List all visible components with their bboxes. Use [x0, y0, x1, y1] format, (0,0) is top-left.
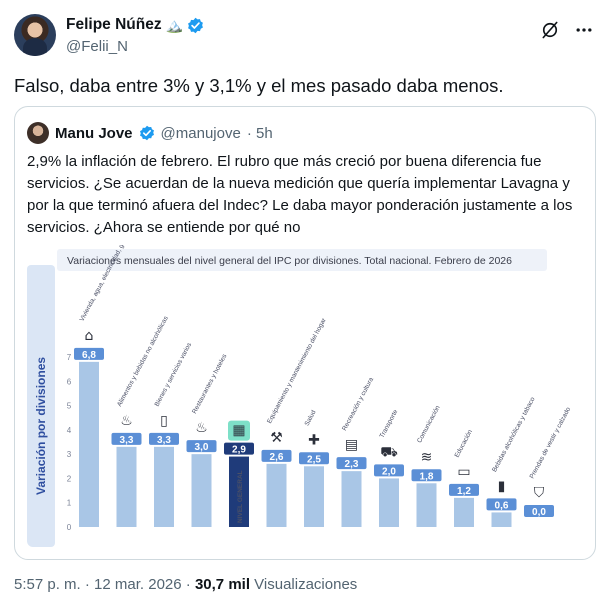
quoted-avatar[interactable]	[27, 122, 49, 144]
recreation-icon: ▤	[345, 437, 358, 453]
y-tick-label: 2	[67, 474, 72, 483]
book-icon: ▭	[457, 464, 470, 480]
category-label: Bienes y servicios varios	[154, 341, 194, 408]
quoted-author-handle[interactable]: @manujove	[161, 125, 241, 142]
quoted-time[interactable]: · 5h	[247, 125, 273, 142]
value-label: 2,3	[345, 459, 359, 470]
basket-icon: ♨	[120, 413, 133, 429]
bar	[341, 471, 362, 527]
tweet-text: Falso, daba entre 3% y 3,1% y el mes pas…	[14, 75, 504, 96]
views-label: Visualizaciones	[254, 576, 358, 593]
category-label: Salud	[304, 409, 318, 427]
quoted-text: 2,9% la inflación de febrero. El rubro q…	[27, 153, 573, 236]
y-tick-label: 7	[67, 353, 72, 362]
category-label: Comunicación	[416, 404, 442, 444]
y-tick-label: 4	[67, 426, 72, 435]
wifi-icon: ≋	[421, 449, 433, 465]
author-emoji: 🏔️	[165, 16, 184, 33]
quoted-author-name[interactable]: Manu Jove	[55, 125, 133, 142]
value-label: 3,0	[195, 442, 209, 453]
bottle-icon: ▮	[498, 478, 506, 494]
category-label: Recreación y cultura	[341, 376, 375, 432]
bar	[191, 454, 212, 527]
tweet-meta: 5:57 p. m. · 12 mar. 2026 · 30,7 mil Vis…	[14, 576, 357, 593]
meta-separator: ·	[84, 576, 90, 593]
value-label: 1,8	[420, 471, 434, 482]
y-tick-label: 5	[67, 402, 72, 411]
category-label: NIVEL GENERAL	[237, 470, 244, 523]
value-label: 3,3	[157, 435, 171, 446]
more-options-icon[interactable]	[574, 20, 594, 40]
category-label: Educación	[454, 428, 475, 458]
shirt-icon: ⛉	[534, 485, 545, 501]
value-label: 2,5	[307, 454, 321, 465]
quoted-header: Manu Jove @manujove · 5h	[27, 121, 273, 145]
verified-badge-icon	[188, 17, 203, 33]
author-avatar[interactable]	[14, 14, 56, 56]
bar	[154, 446, 174, 527]
bar	[416, 483, 437, 527]
chart-title: Variaciones mensuales del nivel general …	[67, 255, 512, 267]
y-tick-label: 0	[67, 523, 72, 532]
ipc-chart[interactable]: Variaciones mensuales del nivel general …	[27, 245, 583, 547]
bar	[266, 463, 287, 527]
quoted-tweet[interactable]: Manu Jove @manujove · 5h 2,9% la inflaci…	[14, 106, 596, 560]
tweet-date[interactable]: 12 mar. 2026	[94, 576, 182, 593]
meta-separator: ·	[185, 576, 191, 593]
car-icon: ⛟	[380, 444, 398, 460]
tweet-header: Felipe Núñez 🏔️ @Felii_N	[14, 12, 596, 62]
author-handle[interactable]: @Felii_N	[66, 38, 128, 55]
bar	[304, 466, 324, 527]
health-cross-icon: ✚	[308, 432, 320, 448]
value-label: 0,6	[495, 500, 509, 511]
shopping-basket-icon: ▦	[232, 423, 245, 439]
restaurant-icon: ♨	[195, 420, 208, 436]
category-label: Bebidas alcohólicas y tabaco	[491, 396, 537, 474]
value-label: 0,0	[532, 507, 546, 518]
category-label: Restaurantes y hoteles	[191, 352, 229, 415]
bottles-icon: ▯	[160, 413, 168, 429]
tools-icon: ⚒	[270, 430, 283, 446]
value-label: 1,2	[457, 486, 471, 497]
grok-icon[interactable]	[540, 20, 560, 40]
verified-badge-icon	[139, 125, 154, 141]
category-label: Equipamiento y mantenimiento del hogar	[266, 316, 328, 424]
category-label: Transporte	[379, 408, 400, 439]
value-label: 2,0	[382, 466, 396, 477]
bar	[491, 512, 512, 527]
value-label: 2,9	[232, 445, 246, 456]
y-tick-label: 1	[67, 499, 72, 508]
y-axis-title: Variación por divisiones	[34, 357, 48, 495]
ipc-bar-chart: Variaciones mensuales del nivel general …	[27, 245, 572, 547]
value-label: 2,6	[270, 452, 284, 463]
y-tick-label: 3	[67, 450, 72, 459]
bars: 6,8⌂Vivienda, agua, electricidad, gas y …	[74, 245, 572, 527]
house-icon: ⌂	[85, 328, 94, 344]
value-label: 3,3	[120, 435, 134, 446]
author-name[interactable]: Felipe Núñez	[66, 16, 162, 34]
bar	[116, 446, 137, 527]
bar	[79, 361, 99, 527]
views-count: 30,7 mil	[194, 576, 250, 593]
value-label: 6,8	[82, 350, 96, 361]
bar	[454, 497, 474, 527]
author-name-row[interactable]: Felipe Núñez 🏔️	[66, 16, 204, 34]
bar	[379, 478, 399, 527]
tweet-time[interactable]: 5:57 p. m.	[14, 576, 81, 593]
category-label: Prendas de vestir y calzado	[529, 406, 573, 480]
y-ticks: 0 1 2 3 4 5 6 7	[67, 353, 72, 532]
y-tick-label: 6	[67, 377, 72, 386]
